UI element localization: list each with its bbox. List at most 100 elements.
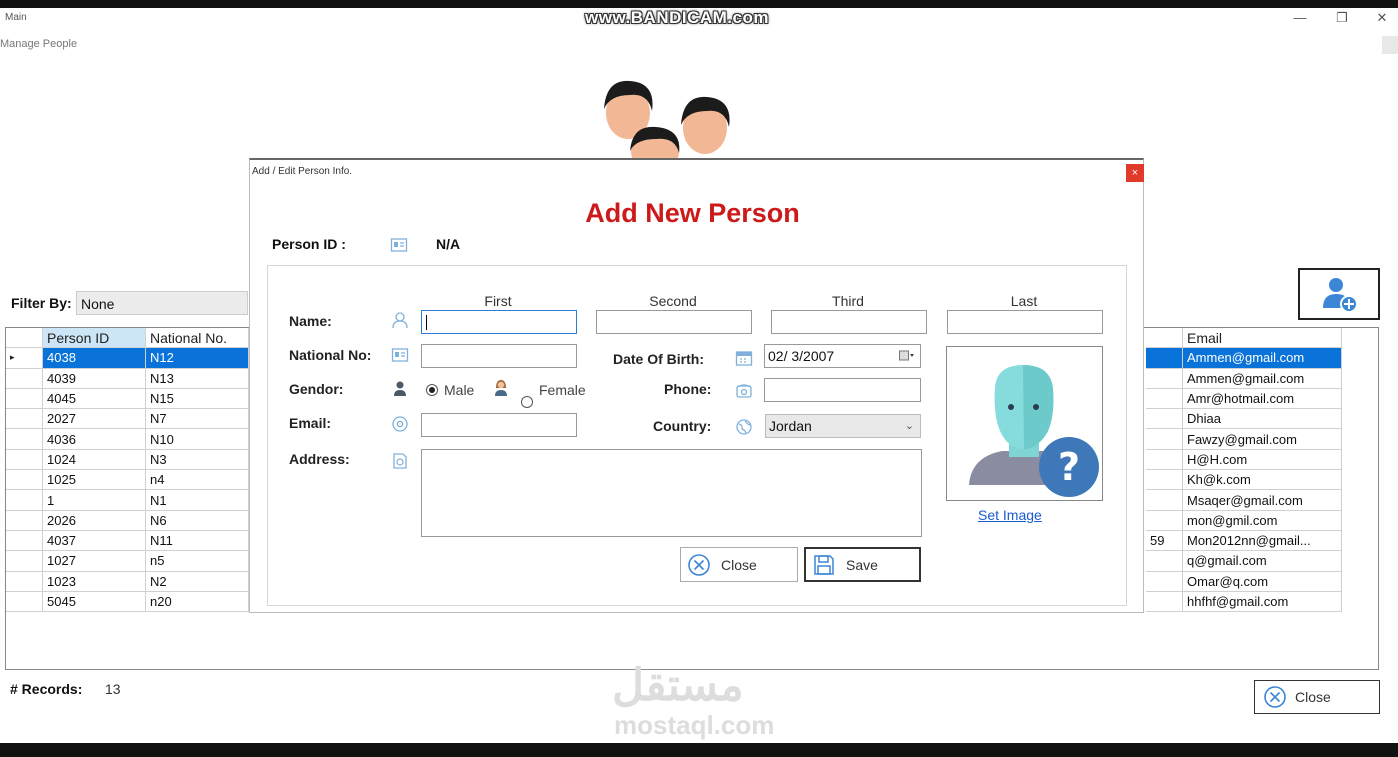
last-name-input[interactable] bbox=[947, 310, 1103, 334]
table-cell[interactable]: Mon2012nn@gmail... bbox=[1182, 530, 1342, 552]
table-row[interactable]: 2027 N7 bbox=[6, 408, 249, 430]
table-cell[interactable]: N1 bbox=[145, 489, 249, 511]
first-name-input[interactable] bbox=[421, 310, 577, 334]
second-name-input[interactable] bbox=[596, 310, 752, 334]
table-cell[interactable]: N15 bbox=[145, 388, 249, 410]
table-cell[interactable]: Fawzy@gmail.com bbox=[1182, 428, 1342, 450]
third-name-input[interactable] bbox=[771, 310, 927, 334]
table-cell[interactable]: Kh@k.com bbox=[1182, 469, 1342, 491]
column-header[interactable]: Person ID bbox=[42, 328, 146, 349]
table-row[interactable]: Dhiaa bbox=[1146, 408, 1342, 430]
dialog-close-icon[interactable]: × bbox=[1126, 164, 1144, 182]
row-header[interactable] bbox=[6, 530, 43, 552]
table-cell[interactable]: Ammen@gmail.com bbox=[1182, 347, 1342, 369]
table-row[interactable]: hhfhf@gmail.com bbox=[1146, 591, 1342, 613]
table-cell[interactable]: q@gmail.com bbox=[1182, 550, 1342, 572]
table-cell[interactable]: N10 bbox=[145, 428, 249, 450]
table-cell[interactable]: N13 bbox=[145, 368, 249, 389]
table-cell[interactable]: n5 bbox=[145, 550, 249, 572]
table-cell[interactable]: 1024 bbox=[42, 449, 146, 471]
national-no-input[interactable] bbox=[421, 344, 577, 368]
table-row[interactable]: q@gmail.com bbox=[1146, 550, 1342, 572]
table-row[interactable]: 4037 N11 bbox=[6, 530, 249, 552]
table-row[interactable]: 4045 N15 bbox=[6, 388, 249, 410]
table-row[interactable]: 1025 n4 bbox=[6, 469, 249, 491]
people-grid-left[interactable]: Person ID National No. ▸ 4038 N12 4039 N13 40… bbox=[6, 328, 249, 613]
table-row[interactable]: H@H.com bbox=[1146, 449, 1342, 471]
column-header[interactable]: Email bbox=[1182, 328, 1342, 349]
female-radio[interactable] bbox=[521, 396, 533, 408]
email-input[interactable] bbox=[421, 413, 577, 437]
table-row[interactable]: 4036 N10 bbox=[6, 428, 249, 450]
country-select[interactable]: Jordan ⌄ bbox=[765, 414, 921, 438]
table-cell[interactable]: N12 bbox=[145, 347, 249, 369]
table-cell[interactable]: Omar@q.com bbox=[1182, 571, 1342, 592]
table-cell[interactable]: Amr@hotmail.com bbox=[1182, 388, 1342, 410]
table-cell[interactable]: hhfhf@gmail.com bbox=[1182, 591, 1342, 613]
table-cell[interactable]: 4036 bbox=[42, 428, 146, 450]
row-header[interactable] bbox=[6, 550, 43, 572]
row-header[interactable] bbox=[6, 449, 43, 471]
table-row[interactable]: Ammen@gmail.com bbox=[1146, 368, 1342, 389]
table-row[interactable]: 2026 N6 bbox=[6, 510, 249, 531]
table-cell[interactable]: Dhiaa bbox=[1182, 408, 1342, 430]
table-cell[interactable] bbox=[1146, 347, 1183, 369]
table-cell[interactable]: 1027 bbox=[42, 550, 146, 572]
table-row[interactable]: 5045 n20 bbox=[6, 591, 249, 613]
table-row[interactable]: 1024 N3 bbox=[6, 449, 249, 471]
calendar-dropdown-icon[interactable] bbox=[899, 350, 915, 362]
column-header[interactable]: National No. bbox=[145, 328, 249, 349]
table-cell[interactable] bbox=[1146, 489, 1183, 511]
table-row[interactable]: Kh@k.com bbox=[1146, 469, 1342, 491]
male-radio[interactable] bbox=[426, 384, 438, 396]
table-cell[interactable] bbox=[1146, 388, 1183, 410]
table-cell[interactable]: 1023 bbox=[42, 571, 146, 592]
table-cell[interactable]: 5045 bbox=[42, 591, 146, 613]
table-cell[interactable]: Msaqer@gmail.com bbox=[1182, 489, 1342, 511]
table-cell[interactable]: N2 bbox=[145, 571, 249, 592]
table-row[interactable]: Ammen@gmail.com bbox=[1146, 347, 1342, 369]
table-row[interactable]: 4039 N13 bbox=[6, 368, 249, 389]
window-close-icon[interactable]: ✕ bbox=[1372, 10, 1392, 26]
table-cell[interactable]: N3 bbox=[145, 449, 249, 471]
table-cell[interactable]: N7 bbox=[145, 408, 249, 430]
table-row[interactable]: 1023 N2 bbox=[6, 571, 249, 592]
set-image-link[interactable]: Set Image bbox=[978, 507, 1042, 523]
phone-input[interactable] bbox=[764, 378, 921, 402]
table-cell[interactable]: mon@gmil.com bbox=[1182, 510, 1342, 531]
table-cell[interactable] bbox=[1146, 591, 1183, 613]
close-button[interactable]: Close bbox=[1254, 680, 1380, 714]
table-cell[interactable] bbox=[1146, 408, 1183, 430]
table-cell[interactable]: 4038 bbox=[42, 347, 146, 369]
table-cell[interactable]: 4039 bbox=[42, 368, 146, 389]
dob-picker[interactable]: 02/ 3/2007 bbox=[764, 344, 921, 368]
table-row[interactable]: Amr@hotmail.com bbox=[1146, 388, 1342, 410]
minimize-icon[interactable]: — bbox=[1290, 10, 1310, 25]
table-row[interactable]: Fawzy@gmail.com bbox=[1146, 428, 1342, 450]
table-cell[interactable]: 1025 bbox=[42, 469, 146, 491]
table-cell[interactable] bbox=[1146, 428, 1183, 450]
table-cell[interactable]: Ammen@gmail.com bbox=[1182, 368, 1342, 389]
table-row[interactable]: 1 N1 bbox=[6, 489, 249, 511]
row-header[interactable]: ▸ bbox=[6, 347, 43, 369]
table-row[interactable]: 1027 n5 bbox=[6, 550, 249, 572]
male-label[interactable]: Male bbox=[444, 382, 474, 398]
save-button[interactable]: Save bbox=[804, 547, 921, 582]
scrollbar[interactable] bbox=[1382, 36, 1398, 54]
row-header[interactable] bbox=[6, 489, 43, 511]
row-header[interactable] bbox=[6, 408, 43, 430]
row-header[interactable] bbox=[6, 591, 43, 613]
row-header[interactable] bbox=[6, 368, 43, 389]
maximize-icon[interactable]: ❐ bbox=[1332, 10, 1352, 26]
address-textarea[interactable] bbox=[421, 449, 922, 537]
filter-select[interactable]: None bbox=[76, 291, 248, 315]
row-header[interactable] bbox=[6, 571, 43, 592]
table-cell[interactable]: n20 bbox=[145, 591, 249, 613]
table-row[interactable]: Msaqer@gmail.com bbox=[1146, 489, 1342, 511]
table-cell[interactable] bbox=[1146, 469, 1183, 491]
table-cell[interactable]: 4037 bbox=[42, 530, 146, 552]
row-header[interactable] bbox=[6, 428, 43, 450]
table-cell[interactable] bbox=[1146, 571, 1183, 592]
table-cell[interactable]: H@H.com bbox=[1182, 449, 1342, 471]
row-header[interactable] bbox=[6, 469, 43, 491]
